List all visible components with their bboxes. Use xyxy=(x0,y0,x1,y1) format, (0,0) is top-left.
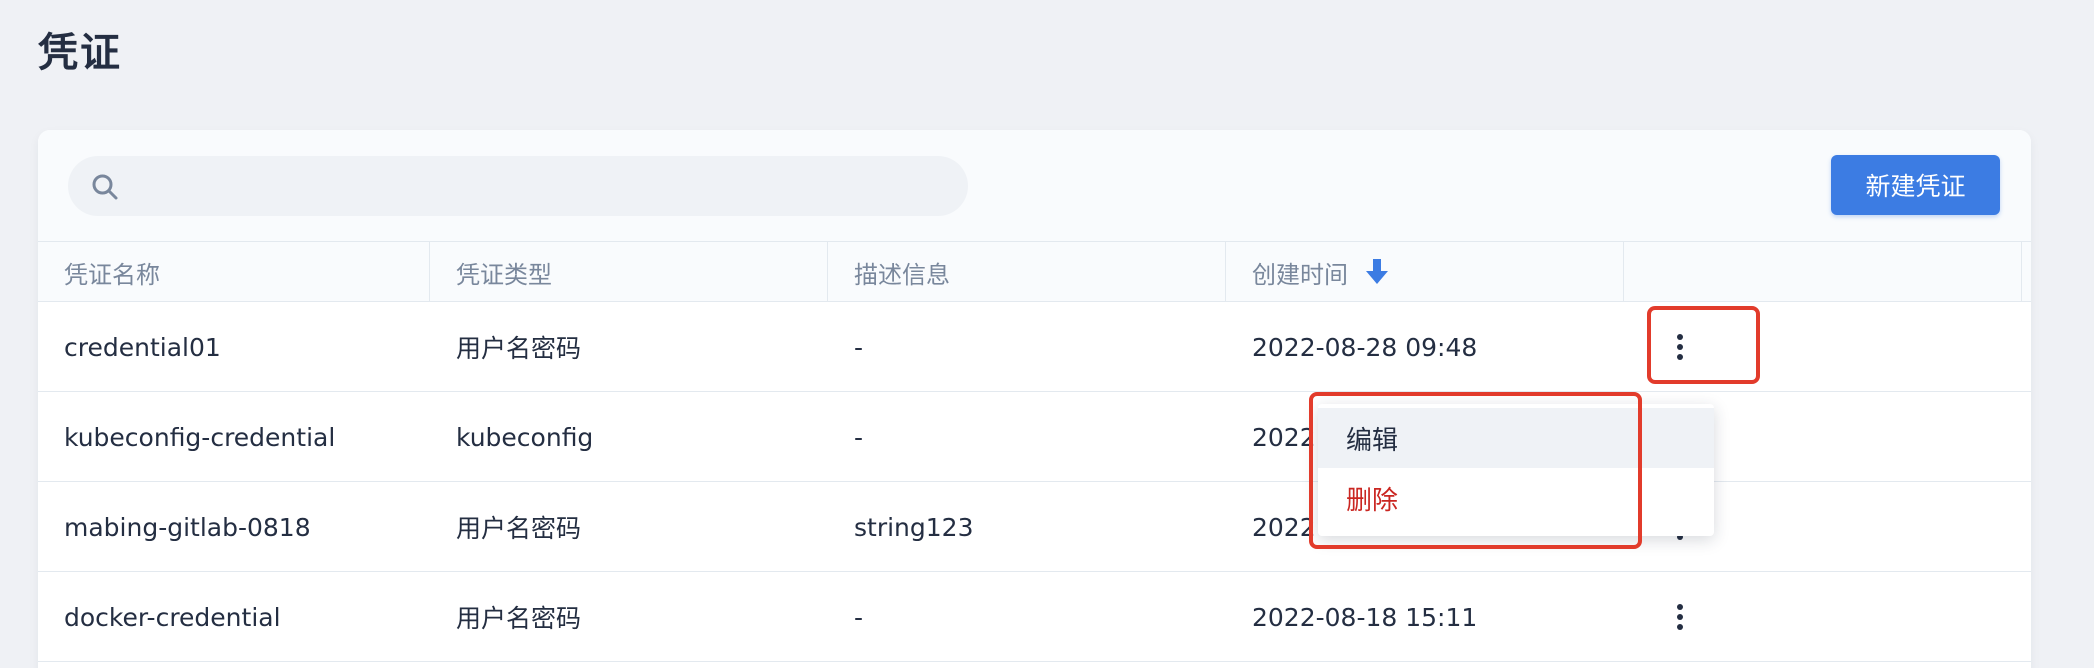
credential-created: 2022-08-28 09:48 xyxy=(1252,332,1478,362)
credential-name[interactable]: kubeconfig-credential xyxy=(38,392,335,482)
more-vertical-icon xyxy=(1677,334,1683,360)
credential-description: string123 xyxy=(854,512,974,542)
column-label: 描述信息 xyxy=(854,260,950,289)
table-row: credential01 用户名密码 - 2022-08-28 09:48 xyxy=(38,302,2031,392)
credential-description: - xyxy=(854,422,864,452)
credential-type: kubeconfig xyxy=(456,422,594,452)
column-label: 凭证类型 xyxy=(456,260,552,289)
column-header-description[interactable]: 描述信息 xyxy=(828,242,1226,302)
search-icon xyxy=(92,174,118,200)
credential-created: 2022 xyxy=(1252,422,1316,452)
table-header: 凭证名称 凭证类型 描述信息 创建时间 xyxy=(38,242,2031,302)
credential-description: - xyxy=(854,332,864,362)
column-header-created[interactable]: 创建时间 xyxy=(1226,242,1624,302)
more-vertical-icon xyxy=(1677,604,1683,630)
table-row: mabing-gitlab-0818 用户名密码 string123 2022 xyxy=(38,482,2031,572)
table-row: kubeconfig-credential kubeconfig - 2022 xyxy=(38,392,2031,482)
column-header-name[interactable]: 凭证名称 xyxy=(38,242,430,302)
credential-type: 用户名密码 xyxy=(456,514,582,543)
menu-item-edit[interactable]: 编辑 xyxy=(1318,408,1714,468)
credential-name[interactable]: mabing-gitlab-0818 xyxy=(38,482,311,572)
credential-created: 2022-08-18 15:11 xyxy=(1252,602,1478,632)
credentials-panel: 新建凭证 凭证名称 凭证类型 描述信息 创建时间 credential01 用户… xyxy=(38,130,2031,668)
page-title: 凭证 xyxy=(38,30,122,76)
credential-description: - xyxy=(854,602,864,632)
credential-name[interactable]: credential01 xyxy=(38,302,221,392)
search-box[interactable] xyxy=(68,156,968,216)
column-header-actions xyxy=(1624,242,2022,302)
create-credential-button[interactable]: 新建凭证 xyxy=(1831,155,2000,215)
menu-item-delete[interactable]: 删除 xyxy=(1318,468,1714,528)
more-actions-button[interactable] xyxy=(1655,592,1705,642)
credential-type: 用户名密码 xyxy=(456,604,582,633)
column-label: 创建时间 xyxy=(1252,260,1348,289)
sort-descending-icon[interactable] xyxy=(1364,258,1390,286)
table-row: docker-credential 用户名密码 - 2022-08-18 15:… xyxy=(38,572,2031,662)
actions-dropdown-menu: 编辑 删除 xyxy=(1318,404,1714,536)
more-actions-button[interactable] xyxy=(1655,322,1705,372)
credential-created: 2022 xyxy=(1252,512,1316,542)
toolbar: 新建凭证 xyxy=(38,130,2031,242)
column-label: 凭证名称 xyxy=(64,260,160,289)
search-input[interactable] xyxy=(134,156,954,216)
credential-type: 用户名密码 xyxy=(456,334,582,363)
credential-name[interactable]: docker-credential xyxy=(38,572,281,662)
column-header-type[interactable]: 凭证类型 xyxy=(430,242,828,302)
